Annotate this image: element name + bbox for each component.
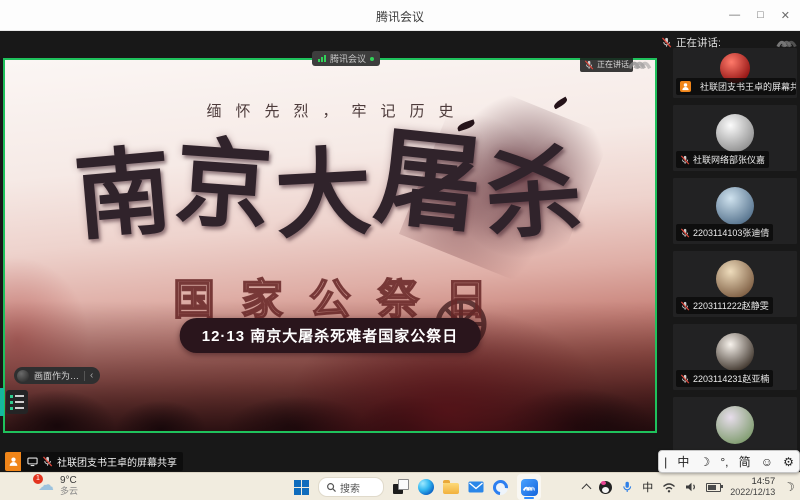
participant-tile[interactable]: 社联网络部张仪嘉	[673, 105, 797, 171]
poster-main-title: 南京大屠杀	[5, 126, 655, 266]
battery-icon[interactable]	[706, 483, 721, 492]
participant-name-chip: 社联团支书王卓的屏幕共享	[676, 78, 796, 95]
time-text: 14:57	[751, 477, 775, 487]
speaking-chip-label: 正在讲话	[597, 59, 629, 70]
mic-muted-icon	[584, 60, 594, 70]
search-label: 搜索	[340, 480, 360, 495]
close-button[interactable]: ✕	[781, 9, 790, 22]
volume-icon[interactable]	[685, 481, 697, 493]
search-icon	[326, 482, 337, 493]
speaking-header: 正在讲话:	[661, 35, 797, 49]
cloud-icon: ☁1	[38, 477, 54, 495]
emoji-icon	[17, 370, 29, 382]
mic-muted-icon	[680, 301, 690, 311]
task-view-button[interactable]	[393, 479, 409, 495]
participant-name: 2203114103张迪倩	[693, 226, 769, 239]
participant-name-chip: 社联网络部张仪嘉	[676, 151, 769, 168]
screen: 腾讯会议 — □ ✕ 缅怀先烈，牢记历史 南京大屠杀 国家公祭日 12·13 南…	[0, 0, 800, 500]
participant-name: 社联团支书王卓的屏幕共享	[700, 80, 796, 93]
edge-handle[interactable]	[0, 388, 4, 416]
night-mode-icon[interactable]: ☽	[783, 479, 797, 495]
poster-title-char: 南	[70, 130, 180, 258]
live-dot-icon	[370, 57, 374, 61]
screen-share-icon	[27, 456, 38, 467]
weather-widget[interactable]: ☁1 9°C 多云	[38, 476, 78, 496]
participant-name: 社联网络部张仪嘉	[693, 153, 765, 166]
mic-muted-icon	[680, 228, 690, 238]
window-title: 腾讯会议	[0, 8, 800, 25]
qq-tray-icon[interactable]	[599, 481, 612, 494]
poster-title-char: 杀	[481, 131, 589, 258]
share-pill-label: 腾讯会议	[330, 52, 366, 65]
mic-muted-icon	[680, 374, 690, 384]
participant-name-chip: 2203114231赵亚楠	[676, 370, 773, 387]
edge-browser-icon[interactable]	[418, 479, 434, 495]
participant-tile[interactable]: 2203111222赵静雯	[673, 251, 797, 317]
wifi-icon[interactable]	[662, 481, 676, 493]
meeting-logo-watermark	[775, 35, 797, 49]
host-person-icon	[680, 81, 691, 92]
participant-avatar	[716, 187, 754, 225]
list-icon	[10, 395, 28, 398]
ime-item[interactable]: 中	[677, 456, 689, 468]
ime-item[interactable]: ☺	[761, 456, 773, 468]
ime-item[interactable]: ⚙	[783, 456, 794, 468]
memorial-day-banner: 12·13 南京大屠杀死难者国家公祭日	[180, 318, 481, 353]
mail-app-icon[interactable]	[468, 481, 484, 493]
mic-muted-icon	[42, 456, 53, 467]
minimize-button[interactable]: —	[729, 9, 740, 21]
floating-panel-pill[interactable]: 画面作为… ‹	[14, 367, 100, 384]
poster-title-char: 屠	[370, 116, 492, 247]
mic-muted-icon	[661, 37, 672, 48]
meeting-logo-watermark	[626, 55, 652, 71]
participant-name-chip: 2203114103张迪倩	[676, 224, 773, 241]
mic-in-use-icon[interactable]	[621, 481, 633, 493]
collapse-chevron-icon[interactable]: ‹	[90, 371, 93, 381]
host-person-icon	[5, 452, 21, 471]
shared-screen-video[interactable]: 缅怀先烈，牢记历史 南京大屠杀 国家公祭日 12·13 南京大屠杀死难者国家公祭…	[3, 58, 657, 433]
clock[interactable]: 14:57 2022/12/13	[730, 477, 775, 497]
taskbar: ☁1 9°C 多云 搜索 中	[0, 472, 800, 500]
window-titlebar: 腾讯会议 — □ ✕	[0, 0, 800, 31]
search-box[interactable]: 搜索	[318, 477, 384, 497]
mic-muted-icon	[680, 155, 690, 165]
ime-toolbar[interactable]: | 中 ☽ °, 简 ☺ ⚙	[658, 450, 800, 473]
participant-name: 2203114231赵亚楠	[693, 372, 769, 385]
share-banner-chip: 社联团支书王卓的屏幕共享	[5, 452, 183, 471]
participant-tile[interactable]: 社联团支书王卓的屏幕共享	[673, 48, 797, 98]
participant-name: 2203111222赵静雯	[693, 299, 769, 312]
participant-avatar	[716, 333, 754, 371]
participant-avatar	[716, 114, 754, 152]
temperature-text: 9°C	[60, 476, 78, 486]
meeting-app-icon[interactable]	[517, 474, 541, 500]
annotation-list-button[interactable]	[6, 390, 28, 414]
share-indicator-pill: 腾讯会议	[312, 51, 380, 66]
notification-badge: 1	[33, 474, 43, 484]
tray-expand-chevron[interactable]	[582, 484, 592, 494]
poster-title-char: 大	[272, 131, 378, 256]
ime-item[interactable]: °,	[720, 456, 728, 468]
ime-item[interactable]: |	[664, 456, 667, 468]
windows-start-button[interactable]	[294, 480, 309, 495]
participant-name-chip: 2203111222赵静雯	[676, 297, 773, 314]
file-explorer-icon[interactable]	[443, 483, 459, 494]
browser-app-icon[interactable]	[490, 476, 511, 497]
participant-tile[interactable]: 2203114231赵亚楠	[673, 324, 797, 390]
weather-condition-text: 多云	[60, 486, 78, 496]
signal-bars-icon	[318, 55, 326, 62]
participant-list: 社联团支书王卓的屏幕共享 社联网络部张仪嘉 2203114103张迪倩	[661, 48, 800, 472]
participant-avatar	[716, 260, 754, 298]
float-pill-label: 画面作为…	[34, 369, 79, 382]
participant-avatar	[716, 406, 754, 444]
share-banner-text: 社联团支书王卓的屏幕共享	[57, 454, 177, 469]
poster-subtitle: 缅怀先烈，牢记历史	[5, 100, 655, 121]
ime-language-indicator[interactable]: 中	[642, 479, 653, 495]
poster-title-char: 京	[171, 122, 279, 249]
participant-tile[interactable]: 2203114103张迪倩	[673, 178, 797, 244]
ime-item[interactable]: 简	[739, 456, 751, 468]
maximize-button[interactable]: □	[757, 9, 764, 21]
date-text: 2022/12/13	[730, 487, 775, 497]
ime-item[interactable]: ☽	[699, 456, 710, 468]
